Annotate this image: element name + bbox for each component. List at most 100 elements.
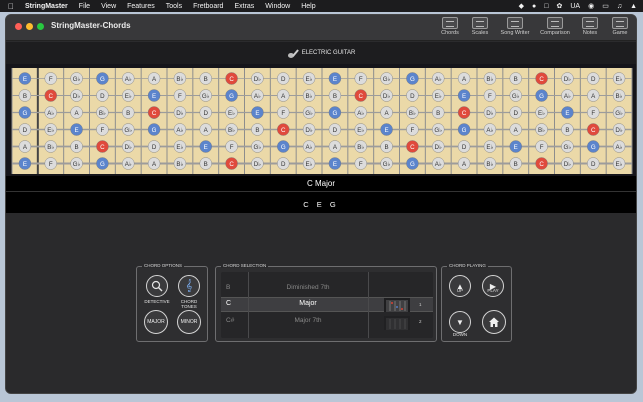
toolbar-chords-button[interactable]: Chords — [438, 17, 462, 36]
note-marker[interactable]: A — [147, 72, 161, 85]
note-marker[interactable]: A — [509, 123, 522, 136]
note-marker[interactable]: E — [18, 72, 32, 85]
minimize-button[interactable] — [26, 23, 33, 30]
note-marker[interactable]: C — [535, 157, 548, 170]
root-option-next[interactable]: C# — [221, 317, 246, 324]
volume-icon[interactable]: ♫ — [617, 3, 622, 10]
note-marker[interactable]: F — [277, 106, 290, 119]
note-marker[interactable]: F — [44, 72, 57, 85]
note-marker[interactable]: D♭ — [561, 157, 574, 170]
note-marker[interactable]: C — [225, 157, 238, 170]
note-marker[interactable]: B♭ — [612, 89, 626, 102]
toolbar-comparison-button[interactable]: Comparison — [538, 17, 572, 36]
note-marker[interactable]: E — [18, 157, 32, 170]
major-button[interactable]: MAJOR — [144, 310, 168, 334]
note-marker[interactable]: G♭ — [380, 72, 393, 85]
note-marker[interactable]: E♭ — [612, 72, 626, 85]
dropbox-icon[interactable]: ◆ — [519, 2, 524, 10]
note-marker[interactable]: D♭ — [432, 140, 445, 153]
menu-help[interactable]: Help — [301, 3, 315, 10]
note-marker[interactable]: D — [96, 89, 109, 102]
note-marker[interactable]: B♭ — [44, 140, 57, 153]
minor-button[interactable]: MINOR — [177, 310, 201, 334]
note-marker[interactable]: B♭ — [173, 157, 187, 170]
note-marker[interactable]: E — [147, 89, 161, 102]
note-marker[interactable]: B — [70, 140, 83, 153]
note-marker[interactable]: B — [509, 72, 522, 85]
note-marker[interactable]: G♭ — [612, 106, 626, 119]
note-marker[interactable]: E♭ — [302, 157, 316, 170]
note-marker[interactable]: E♭ — [225, 106, 238, 119]
note-marker[interactable]: F — [535, 140, 548, 153]
note-marker[interactable]: C — [225, 72, 238, 85]
note-marker[interactable]: B♭ — [225, 123, 238, 136]
note-marker[interactable]: C — [457, 106, 471, 119]
home-button[interactable] — [482, 310, 506, 334]
note-marker[interactable]: B — [432, 106, 445, 119]
note-marker[interactable]: D♭ — [122, 140, 135, 153]
note-marker[interactable]: B♭ — [302, 89, 316, 102]
note-marker[interactable]: A — [277, 89, 290, 102]
note-marker[interactable]: G♭ — [199, 89, 212, 102]
note-marker[interactable]: D♭ — [173, 106, 187, 119]
note-marker[interactable]: A — [328, 140, 342, 153]
menu-window[interactable]: Window — [265, 3, 290, 10]
note-marker[interactable]: B — [199, 157, 212, 170]
note-marker[interactable]: A♭ — [612, 140, 626, 153]
note-marker[interactable]: D — [277, 157, 290, 170]
note-marker[interactable]: G — [406, 157, 419, 170]
note-marker[interactable]: D — [457, 140, 471, 153]
note-marker[interactable]: E♭ — [173, 140, 187, 153]
instrument-header[interactable]: ELECTRIC GUITAR — [6, 42, 636, 64]
note-marker[interactable]: F — [354, 72, 367, 85]
note-marker[interactable]: E — [561, 106, 574, 119]
note-marker[interactable]: F — [587, 106, 600, 119]
note-marker[interactable]: F — [173, 89, 187, 102]
note-marker[interactable]: D — [587, 157, 600, 170]
chord-diagram-selected[interactable] — [384, 298, 410, 312]
note-marker[interactable]: B♭ — [535, 123, 548, 136]
fretboard-canvas[interactable]: 3579121517EFG♭GA♭AB♭BCD♭DE♭EFG♭GA♭AB♭BCD… — [6, 64, 637, 176]
note-marker[interactable]: D♭ — [302, 123, 316, 136]
note-marker[interactable]: G — [277, 140, 290, 153]
note-marker[interactable]: B — [251, 123, 264, 136]
note-marker[interactable]: A — [587, 89, 600, 102]
note-marker[interactable]: A — [457, 157, 471, 170]
note-marker[interactable]: D — [587, 72, 600, 85]
note-marker[interactable]: D — [277, 72, 290, 85]
note-marker[interactable]: D♭ — [612, 123, 626, 136]
note-marker[interactable]: A♭ — [173, 123, 187, 136]
note-marker[interactable]: C — [535, 72, 548, 85]
note-marker[interactable]: G♭ — [70, 157, 83, 170]
note-marker[interactable]: C — [406, 140, 419, 153]
wifi-icon[interactable]: ▲ — [630, 3, 637, 10]
type-option-selected[interactable]: Major — [250, 300, 366, 307]
language-indicator[interactable]: UA — [570, 3, 580, 10]
note-marker[interactable]: G♭ — [509, 89, 522, 102]
menu-extras[interactable]: Extras — [234, 3, 254, 10]
menu-app-name[interactable]: StringMaster — [25, 3, 68, 10]
note-marker[interactable]: A♭ — [122, 72, 135, 85]
note-marker[interactable]: A — [18, 140, 32, 153]
note-marker[interactable]: C — [277, 123, 290, 136]
note-marker[interactable]: F — [354, 157, 367, 170]
note-marker[interactable]: G — [535, 89, 548, 102]
type-picker-column[interactable]: Diminished 7th Major Major 7th — [250, 272, 366, 338]
note-marker[interactable]: E — [457, 89, 471, 102]
note-marker[interactable]: G — [457, 123, 471, 136]
note-marker[interactable]: G♭ — [380, 157, 393, 170]
note-marker[interactable]: E — [328, 72, 342, 85]
note-marker[interactable]: E — [199, 140, 212, 153]
note-marker[interactable]: G♭ — [122, 123, 135, 136]
close-button[interactable] — [15, 23, 22, 30]
note-marker[interactable]: G♭ — [432, 123, 445, 136]
note-marker[interactable]: D♭ — [483, 106, 497, 119]
note-marker[interactable]: A — [380, 106, 393, 119]
note-marker[interactable]: E♭ — [122, 89, 135, 102]
note-marker[interactable]: D♭ — [70, 89, 83, 102]
note-marker[interactable]: B — [18, 89, 32, 102]
note-marker[interactable]: C — [354, 89, 367, 102]
note-marker[interactable]: G — [147, 123, 161, 136]
note-marker[interactable]: A♭ — [302, 140, 316, 153]
note-marker[interactable]: D♭ — [380, 89, 393, 102]
